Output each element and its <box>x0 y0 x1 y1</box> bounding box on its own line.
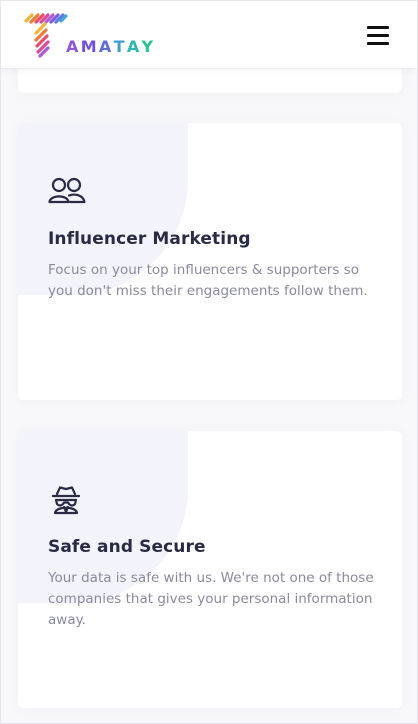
logo-letter: A <box>126 37 142 56</box>
logo-letter: A <box>66 37 81 56</box>
logo-letter: M <box>80 37 99 56</box>
feature-title: Safe and Secure <box>48 537 206 557</box>
users-icon <box>48 177 86 204</box>
app-frame: AMATAY Influencer Marketing Focus on you… <box>0 0 418 724</box>
spy-icon <box>51 486 81 515</box>
feature-card-influencer-marketing: Influencer Marketing Focus on your top i… <box>18 123 402 400</box>
logo-text: AMATAY <box>66 37 155 56</box>
feature-card-safe-and-secure: Safe and Secure Your data is safe with u… <box>18 431 402 708</box>
logo-letter: Y <box>141 37 156 56</box>
logo-letter: T <box>113 37 127 56</box>
site-header: AMATAY <box>1 1 417 69</box>
feature-description: Your data is safe with us. We're not one… <box>48 570 374 628</box>
logo-mark-icon <box>24 13 68 58</box>
brand-logo[interactable]: AMATAY <box>23 11 163 59</box>
feature-description: Focus on your top influencers & supporte… <box>48 262 368 299</box>
hamburger-menu-icon[interactable] <box>367 26 389 46</box>
feature-title: Influencer Marketing <box>48 229 251 249</box>
logo-letter: A <box>98 37 114 56</box>
